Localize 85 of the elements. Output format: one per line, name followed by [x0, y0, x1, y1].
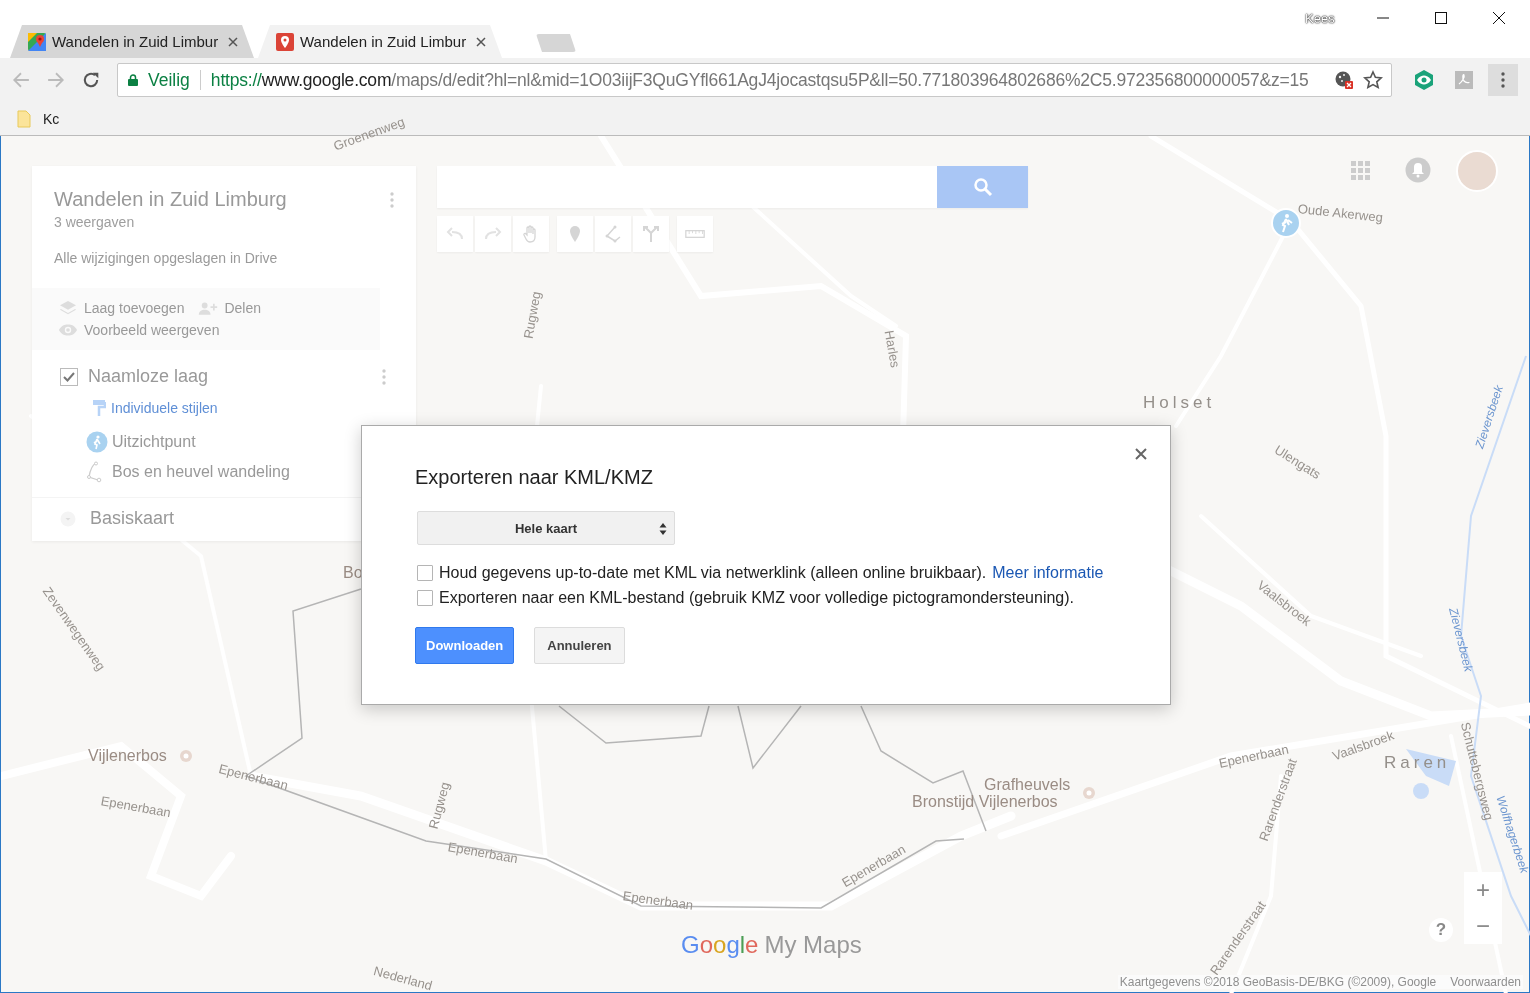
- expand-caret-icon[interactable]: [60, 510, 76, 527]
- close-icon[interactable]: [1493, 12, 1505, 24]
- directions-tool-button[interactable]: [633, 216, 669, 252]
- map-pin-icon: [276, 32, 294, 51]
- bookmark-folder[interactable]: Kc: [17, 109, 60, 128]
- close-icon[interactable]: [476, 36, 486, 47]
- hiker-icon: [86, 431, 108, 453]
- paint-roller-icon: [92, 399, 106, 417]
- add-person-icon: [198, 300, 219, 316]
- line-icon[interactable]: [603, 224, 623, 244]
- menu-button[interactable]: [1488, 64, 1518, 96]
- road-label: Epenerbaan: [99, 793, 173, 821]
- lock-icon: [128, 74, 138, 86]
- line-feature-item[interactable]: Bos en heuvel wandeling: [86, 461, 386, 483]
- place-label: Holset: [1143, 393, 1216, 413]
- road-label: Harles: [881, 329, 903, 369]
- search-button[interactable]: [937, 166, 1028, 208]
- secure-label: Veilig: [148, 69, 190, 91]
- dialog-title: Exporteren naar KML/KMZ: [415, 466, 654, 489]
- eye-icon: [58, 322, 78, 338]
- view-count: 3 weergaven: [54, 214, 136, 230]
- road-label: Epenerbaan: [446, 839, 520, 867]
- profile-name[interactable]: Kees: [1305, 11, 1335, 26]
- option-checkbox[interactable]: [417, 564, 433, 581]
- eye-icon[interactable]: [1413, 69, 1435, 91]
- download-button[interactable]: Downloaden: [415, 627, 515, 664]
- marker-tool-button[interactable]: [557, 216, 593, 252]
- back-arrow-icon[interactable]: [12, 71, 30, 89]
- search-icon[interactable]: [972, 177, 993, 197]
- scope-dropdown[interactable]: Hele kaart: [417, 511, 675, 545]
- help-button[interactable]: ?: [1429, 918, 1453, 942]
- star-icon[interactable]: [1363, 70, 1383, 90]
- hand-tool-button[interactable]: [513, 216, 549, 252]
- address-bar[interactable]: Veilig https://www.google.com/maps/d/edit?hl=nl&mid=1O03iijF3QuGYfl661AgJ4jocastqsu5P&ll=50.771803964802686%2C5.972356800000057&z=15: [117, 63, 1392, 97]
- updown-arrows-icon[interactable]: [659, 522, 667, 536]
- terms-link[interactable]: Voorwaarden: [1450, 975, 1521, 989]
- map-title[interactable]: Wandelen in Zuid Limburg: [54, 188, 287, 211]
- add-layer-link[interactable]: Laag toevoegen: [58, 300, 185, 316]
- maximize-icon[interactable]: [1435, 12, 1447, 24]
- reload-icon[interactable]: [82, 71, 100, 89]
- layer-checkbox[interactable]: [60, 367, 78, 386]
- user-avatar[interactable]: [1456, 150, 1498, 192]
- poi-label: Bronstijd Vijlenerbos: [912, 793, 1058, 811]
- base-map-label[interactable]: Basiskaart: [90, 508, 175, 529]
- style-link[interactable]: Individuele stijlen: [92, 399, 386, 417]
- ruler-tool-button[interactable]: [677, 216, 713, 252]
- poi-label: Grafheuvels: [984, 776, 1071, 794]
- poi-marker-icon: [1082, 786, 1096, 800]
- line-tool-button[interactable]: [595, 216, 631, 252]
- undo-button[interactable]: [437, 216, 473, 252]
- road-label: Epenerbaan: [621, 888, 695, 913]
- preview-link[interactable]: Voorbeeld weergeven: [58, 322, 220, 338]
- new-tab-button[interactable]: [536, 34, 576, 52]
- apps-grid-icon[interactable]: [1351, 161, 1371, 181]
- browser-tab[interactable]: Wandelen in Zuid Limbur: [10, 25, 254, 58]
- poi-label: Vijlenerbos: [88, 747, 167, 765]
- search-field[interactable]: [437, 166, 937, 208]
- forward-arrow-icon[interactable]: [47, 71, 65, 89]
- pdf-icon[interactable]: [1453, 69, 1475, 91]
- google-my-maps-logo: Google My Maps: [681, 931, 862, 959]
- poi-marker-icon: [179, 749, 193, 763]
- attribution-text: Kaartgegevens ©2018 GeoBasis-DE/BKG (©2009), Google: [1119, 975, 1437, 989]
- menu-icon[interactable]: [1501, 72, 1505, 88]
- road-label: Oude Akerweg: [1297, 201, 1384, 225]
- more-info-link[interactable]: Meer informatie: [992, 563, 1104, 582]
- folder-icon: [17, 109, 31, 128]
- layers-icon: [58, 300, 78, 316]
- redo-button[interactable]: [475, 216, 511, 252]
- road-label: Rugweg: [520, 290, 544, 340]
- option-checkbox[interactable]: [417, 589, 433, 606]
- cookie-blocked-icon[interactable]: [1334, 70, 1354, 90]
- save-status: Alle wijzigingen opgeslagen in Drive: [54, 250, 279, 266]
- fork-icon[interactable]: [641, 224, 661, 244]
- option-label: Exporteren naar een KML-bestand (gebruik KMZ voor volledige pictogramondersteuning).: [439, 588, 1074, 607]
- layer-name[interactable]: Naamloze laag: [88, 366, 382, 387]
- point-feature-item[interactable]: Uitzichtpunt: [86, 431, 386, 453]
- share-link[interactable]: Delen: [198, 300, 262, 316]
- option-label: Houd gegevens up-to-date met KML via netwerklink (alleen online bruikbaar).: [439, 563, 987, 582]
- more-options-icon[interactable]: [390, 191, 394, 208]
- cancel-button[interactable]: Annuleren: [534, 627, 625, 664]
- url-text: https://www.google.com/maps/d/edit?hl=nl&mid=1O03iijF3QuGYfl661AgJ4jocastqsu5P&ll=50.771803964802686%2C5.972356800000057&z=15: [210, 69, 1310, 91]
- notification-bell-icon[interactable]: [1405, 157, 1431, 183]
- browser-tab[interactable]: Wandelen in Zuid Limbur: [258, 25, 502, 58]
- map-pin-icon: [28, 32, 46, 51]
- more-options-icon[interactable]: [382, 368, 386, 385]
